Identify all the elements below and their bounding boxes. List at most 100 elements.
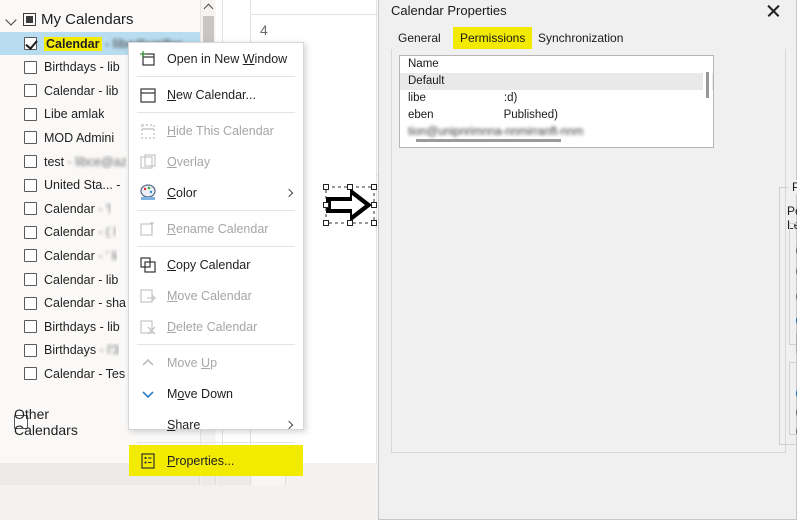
calendar-checkbox[interactable] [24,296,37,310]
context-menu-item-color[interactable]: Color [129,177,303,208]
calendar-checkbox[interactable] [24,202,37,216]
properties-icon [139,452,157,470]
tab-label: General [398,31,441,45]
context-menu-item-move-up: Move Up [129,347,303,378]
dialog-tabs: General Permissions Synchronization [391,27,786,49]
context-menu-item-label: Color [167,185,197,200]
tab-permissions[interactable]: Permissions [453,27,533,49]
submenu-chevron-icon [284,188,294,197]
permission-name-row[interactable]: eben Published) [400,107,713,124]
dialog-title: Calendar Properties [391,3,507,18]
menu-divider [137,246,295,247]
scroll-up-icon[interactable] [201,0,216,14]
context-menu-item-overlay: Overlay [129,146,303,177]
calendar-item-label: Calendar - lib [44,272,119,287]
context-menu-item-label: Move Calendar [167,288,252,303]
calendar-item-label: Calendar - 'l [44,201,112,216]
calendar-item-label: Calendar - ' li [44,248,118,263]
permissions-group-title: Permissions [788,180,797,194]
menu-divider [137,442,295,443]
menu-divider [137,210,295,211]
context-menu-item-label: Rename Calendar [167,221,269,236]
other-calendars-label: Other Calendars [14,406,78,438]
calendar-checkbox[interactable] [24,178,37,192]
context-menu-item-move-calendar: Move Calendar [129,280,303,311]
context-menu-item-label: Properties... [167,453,235,468]
name-list-hscrollbar[interactable] [406,136,706,145]
hide-calendar-icon [139,122,157,140]
calendar-item-label: United Sta... - [44,178,121,193]
context-menu-item-label: Delete Calendar [167,319,258,334]
calendar-item-label: Calendar - lib [44,83,119,98]
calendar-checkbox[interactable] [24,249,37,263]
calendar-item-label: Birthdays - l'3 [44,343,120,358]
calendar-checkbox[interactable] [24,367,37,381]
calendar-item-label: Birthdays - lib [44,319,120,334]
permission-name-row[interactable]: Default [400,73,713,90]
calendar-checkbox[interactable] [24,155,37,168]
calendar-checkbox[interactable] [24,320,37,334]
day-number: 4 [260,22,268,38]
calendar-properties-dialog: Calendar Properties General Permissions … [378,0,797,520]
calendar-icon [139,86,157,104]
close-icon[interactable] [758,0,788,23]
context-menu-item-label: Hide This Calendar [167,123,274,138]
other-calendars-group[interactable]: Other Calendars [14,406,78,438]
delete-calendar-icon [139,318,157,336]
permission-name-list[interactable]: Name Default libe:d) eben Published) tion@uni… [399,55,714,148]
calendar-checkbox[interactable] [24,84,37,98]
copy-calendar-icon [139,256,157,274]
color-palette-icon [139,183,157,202]
context-menu-item-move-down[interactable]: Move Down [129,378,303,409]
calendar-checkbox[interactable] [24,225,37,239]
calendar-item-label: Birthdays - lib [44,60,120,75]
move-calendar-icon [139,287,157,305]
permission-name-row[interactable]: libe:d) [400,90,713,107]
calendar-item-label: Calendar - ( l [44,225,117,240]
screenshot-root: My Calendars Calendar - libe@unifor...Bi… [0,0,797,520]
calendar-item-label: Libe amlak [44,107,105,122]
context-menu-item-open-in-new-window[interactable]: Open in New Window [129,43,303,74]
calendar-item-label: MOD Admini [44,130,115,145]
delete-items-group: Delete items [789,362,797,435]
chevron-down-icon [139,385,157,403]
rename-calendar-icon [139,220,157,238]
calendar-checkbox[interactable] [24,37,37,50]
calendar-checkbox[interactable] [24,60,37,74]
group-box-icon [23,12,36,26]
my-calendars-group[interactable]: My Calendars [6,8,198,30]
calendar-item-label: Calendar - sha [44,296,126,311]
context-menu-item-share[interactable]: Share [129,409,303,440]
context-menu-item-new-calendar[interactable]: New Calendar... [129,79,303,110]
menu-divider [137,76,295,77]
tab-label: Synchronization [538,31,624,45]
calendar-checkbox[interactable] [24,107,37,121]
read-group: Read [789,223,797,345]
calendar-item-label: test - libce@az [44,154,127,169]
context-menu-item-label: Open in New Window [167,51,288,66]
calendar-checkbox[interactable] [24,273,37,286]
my-calendars-label: My Calendars [41,10,134,28]
context-menu-item-label: Overlay [167,154,211,169]
submenu-chevron-icon [284,420,294,429]
context-menu-item-label: Share [167,417,201,432]
new-window-icon [139,50,157,68]
overlay-icon [139,153,157,171]
chevron-down-icon[interactable] [6,13,18,25]
calendar-checkbox[interactable] [24,343,37,357]
context-menu-item-delete-calendar: Delete Calendar [129,311,303,342]
context-menu-item-label: Move Down [167,386,234,401]
arrow-annotation[interactable] [320,183,380,227]
tab-general[interactable]: General [391,27,448,49]
tab-synchronization[interactable]: Synchronization [531,27,630,49]
calendar-context-menu[interactable]: Open in New Window New Calendar... Hide Th… [128,42,304,476]
permission-name-header: Name [408,58,439,70]
menu-divider [137,112,295,113]
calendar-checkbox[interactable] [24,131,37,145]
context-menu-item-label: Move Up [167,355,218,370]
tab-label: Permissions [460,31,526,45]
context-menu-item-hide-this-calendar: Hide This Calendar [129,115,303,146]
menu-divider [137,344,295,345]
context-menu-item-copy-calendar[interactable]: Copy Calendar [129,249,303,280]
context-menu-item-properties[interactable]: Properties... [129,445,303,476]
